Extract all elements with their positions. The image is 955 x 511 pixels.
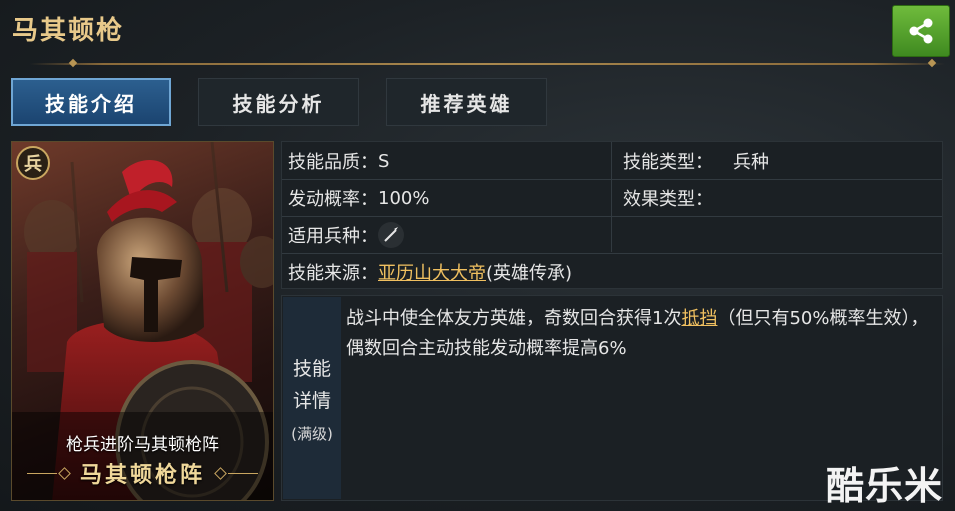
header-divider [30, 63, 945, 65]
type-label: 技能类型： [623, 152, 713, 173]
block-keyword-link[interactable]: 抵挡 [681, 308, 717, 329]
tab-skill-intro[interactable]: 技能介绍 [11, 78, 171, 126]
info-row-2: 发动概率： 100% 效果类型： [282, 180, 942, 216]
deco-line-left [26, 472, 57, 474]
info-row-4: 技能来源： 亚历山大大帝 (英雄传承) [282, 254, 942, 290]
tab-recommended-heroes[interactable]: 推荐英雄 [386, 78, 547, 126]
card-name-banner: 马其顿枪阵 [12, 454, 273, 492]
rate-label: 发动概率： [288, 189, 378, 210]
source-suffix: (英雄传承) [486, 263, 573, 284]
spear-icon [378, 222, 404, 248]
info-row-1: 技能品质： S 技能类型： 兵种 [282, 143, 942, 179]
source-label: 技能来源： [288, 263, 378, 284]
deco-diamond-right [214, 466, 227, 480]
tab-skill-analysis[interactable]: 技能分析 [198, 78, 359, 126]
card-subtitle: 枪兵进阶马其顿枪阵 [66, 435, 219, 455]
troop-label: 适用兵种： [288, 226, 378, 247]
skill-info-table: 技能品质： S 技能类型： 兵种 发动概率： 100% 效果类型： 适用兵种： … [281, 141, 943, 289]
deco-diamond-left [58, 466, 71, 480]
detail-side-level: (满级) [291, 424, 333, 443]
info-row-3: 适用兵种： [282, 217, 942, 253]
quality-value: S [378, 150, 390, 172]
detail-side-label: 技能 详情 (满级) [283, 297, 341, 499]
skill-card: 兵 枪兵进阶马其顿枪阵 马其顿枪阵 [11, 141, 274, 501]
card-name: 马其顿枪阵 [79, 462, 205, 488]
page-title: 马其顿枪 [12, 16, 125, 46]
quality-label: 技能品质： [288, 152, 378, 173]
source-hero-link[interactable]: 亚历山大大帝 [378, 259, 486, 285]
detail-text: 战斗中使全体友方英雄，奇数回合获得1次抵挡（但只有50%概率生效），偶数回合主动… [346, 304, 936, 364]
type-value: 兵种 [733, 152, 769, 173]
troop-badge: 兵 [16, 146, 50, 180]
rate-value: 100% [378, 187, 430, 209]
detail-text-part1: 战斗中使全体友方英雄，奇数回合获得1次 [346, 308, 682, 329]
deco-line-right [228, 472, 258, 474]
effect-label: 效果类型： [623, 189, 713, 210]
detail-side-line1: 技能 [292, 357, 331, 380]
site-watermark: 酷乐米 [826, 464, 944, 508]
share-button[interactable] [892, 5, 950, 57]
share-icon [909, 18, 933, 44]
detail-side-line2: 详情 [292, 389, 331, 412]
